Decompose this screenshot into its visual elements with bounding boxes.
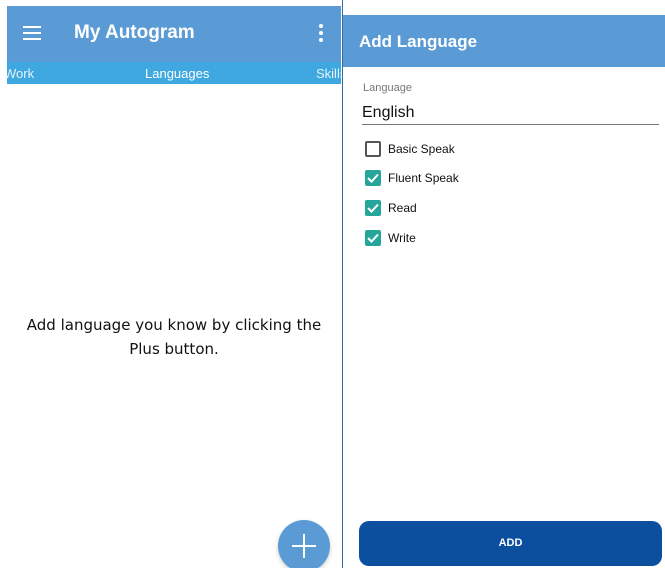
language-input-underline (362, 124, 659, 125)
language-input[interactable]: English (362, 104, 414, 122)
checkbox-checked-icon[interactable] (365, 200, 381, 216)
checkbox-label: Fluent Speak (388, 171, 459, 185)
more-options-icon[interactable] (318, 24, 324, 44)
tab-work[interactable]: Work (7, 66, 34, 81)
tab-bar: Work Languages Skills (7, 62, 341, 84)
checkbox-checked-icon[interactable] (365, 230, 381, 246)
empty-state-message: Add language you know by clicking the Pl… (7, 313, 341, 361)
empty-state-line-2: Plus button. (129, 340, 219, 358)
add-language-fab[interactable] (278, 520, 330, 568)
checkbox-label: Basic Speak (388, 142, 455, 156)
add-language-dialog: Add Language Language English Basic Spea… (343, 15, 665, 568)
app-bar: My Autogram (7, 6, 341, 62)
checkbox-unchecked-icon[interactable] (365, 141, 381, 157)
checkbox-label: Read (388, 201, 417, 215)
menu-icon[interactable] (23, 26, 41, 40)
empty-state-line-1: Add language you know by clicking the (26, 316, 322, 334)
app-title: My Autogram (74, 22, 195, 43)
language-field-label: Language (363, 82, 412, 94)
checkbox-checked-icon[interactable] (365, 170, 381, 186)
dialog-header: Add Language (343, 15, 665, 67)
dialog-title: Add Language (359, 32, 478, 51)
add-button[interactable]: ADD (359, 521, 662, 566)
tab-languages[interactable]: Languages (145, 66, 209, 81)
tab-skills[interactable]: Skills (316, 66, 341, 81)
checkbox-label: Write (388, 231, 416, 245)
main-screen: My Autogram Work Languages Skills Add la… (7, 6, 341, 568)
